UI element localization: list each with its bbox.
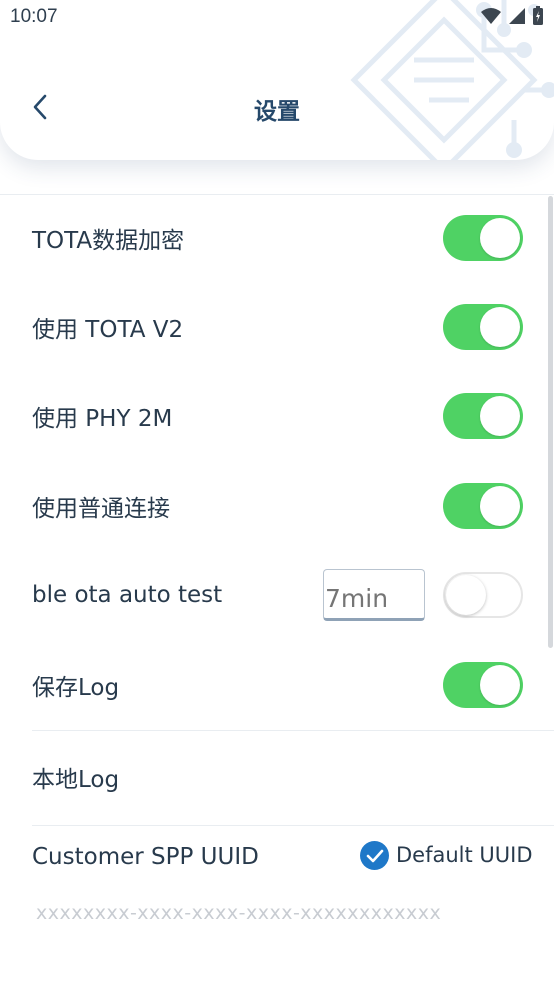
uuid-input[interactable]: xxxxxxxx-xxxx-xxxx-xxxx-xxxxxxxxxxxx xyxy=(36,902,441,924)
wifi-icon xyxy=(481,8,501,24)
checkmark-icon xyxy=(366,849,383,862)
toggle-knob xyxy=(480,665,520,705)
toggle-knob xyxy=(480,218,520,258)
setting-row-save-log: 保存Log xyxy=(0,650,554,720)
toggle-normal-connection[interactable] xyxy=(443,483,523,529)
header-divider xyxy=(0,194,554,195)
toggle-knob xyxy=(480,486,520,526)
local-log-label: 本地Log xyxy=(32,767,120,793)
page-title: 设置 xyxy=(254,99,300,125)
toggle-knob xyxy=(480,396,520,436)
toggle-save-log[interactable] xyxy=(443,662,523,708)
customer-uuid-label: Customer SPP UUID xyxy=(32,844,259,870)
battery-charging-icon xyxy=(533,6,543,25)
auto-test-minutes-input[interactable] xyxy=(323,569,425,621)
setting-row-tota-v2: 使用 TOTA V2 xyxy=(0,292,554,362)
toggle-knob xyxy=(446,575,486,615)
setting-row-ble-ota-auto-test: ble ota auto test xyxy=(0,560,554,630)
setting-label: TOTA数据加密 xyxy=(32,228,185,254)
status-bar: 10:07 xyxy=(0,0,554,36)
toggle-ble-ota-auto-test[interactable] xyxy=(443,572,523,618)
setting-row-normal-connection: 使用普通连接 xyxy=(0,471,554,541)
setting-row-phy-2m: 使用 PHY 2M xyxy=(0,381,554,451)
default-uuid-label: Default UUID xyxy=(396,843,533,867)
status-time: 10:07 xyxy=(10,6,58,27)
local-log-item[interactable]: 本地Log xyxy=(0,742,554,812)
setting-label: 使用 TOTA V2 xyxy=(32,317,184,343)
toggle-tota-v2[interactable] xyxy=(443,304,523,350)
scrollbar[interactable] xyxy=(548,196,553,648)
toggle-tota-encryption[interactable] xyxy=(443,215,523,261)
toggle-knob xyxy=(480,307,520,347)
setting-row-tota-encryption: TOTA数据加密 xyxy=(0,203,554,273)
default-uuid-checkbox[interactable] xyxy=(360,841,389,870)
setting-label: 使用普通连接 xyxy=(32,496,170,522)
section-divider xyxy=(32,730,554,731)
status-icons xyxy=(480,6,544,26)
cellular-signal-icon xyxy=(509,8,525,24)
toggle-phy-2m[interactable] xyxy=(443,393,523,439)
setting-label: 保存Log xyxy=(32,675,120,701)
setting-label: 使用 PHY 2M xyxy=(32,406,173,432)
setting-label: ble ota auto test xyxy=(32,582,223,608)
